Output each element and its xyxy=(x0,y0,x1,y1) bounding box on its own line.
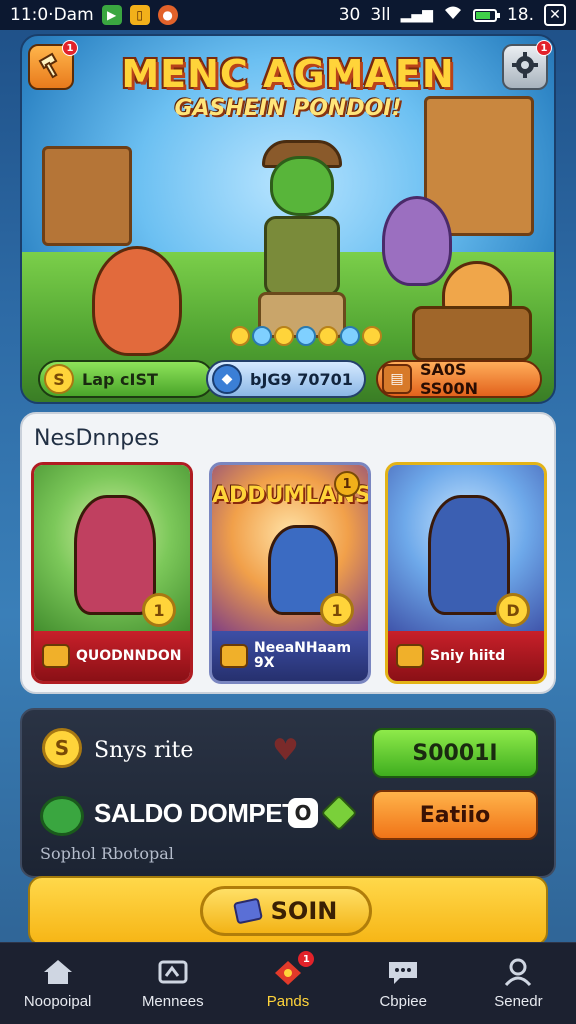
nav-item-rewards[interactable]: 1 Pands xyxy=(230,943,345,1024)
wifi-icon xyxy=(443,5,463,26)
game-card[interactable]: 1 QUODNNDON xyxy=(31,462,193,684)
notification-badge: 1 xyxy=(536,40,552,56)
card-footer: QUODNNDON xyxy=(34,631,190,681)
game-card[interactable]: ADDUMLANS 1 1 NeeaNHaam 9X xyxy=(209,462,371,684)
coin-icon: S xyxy=(44,364,74,394)
coin-icon: 1 xyxy=(142,593,176,627)
gem-icon: ◆ xyxy=(212,364,242,394)
card-footer: Sniy hiitd xyxy=(388,631,544,681)
treasure-icon xyxy=(42,644,70,668)
join-bar: SOIN xyxy=(28,876,548,946)
coin-pile xyxy=(230,326,382,346)
app-notification-icon: ▶ xyxy=(101,5,122,25)
warrior-character xyxy=(74,495,156,615)
wallet-icon xyxy=(40,796,84,836)
cannon-barrel xyxy=(412,306,532,361)
signal-bars-icon: ▂▄▆ xyxy=(400,7,433,23)
new-games-section: NesDnnpes 1 QUODNNDON ADDUMLANS 1 1 Neea… xyxy=(20,412,556,694)
join-button[interactable]: SOIN xyxy=(200,886,372,936)
miner-character xyxy=(428,495,510,615)
stat-pill-label: SA0S SS00N xyxy=(420,360,478,398)
treasure-icon xyxy=(396,644,424,668)
game-card[interactable]: D Sniy hiitd xyxy=(385,462,547,684)
nav-label: Cbpiee xyxy=(379,993,427,1010)
banner-subtitle: GASHEIN PONDOI! xyxy=(174,96,402,121)
profile-icon xyxy=(501,957,535,987)
fox-character xyxy=(92,246,182,356)
section-title: NesDnnpes xyxy=(34,426,160,451)
nav-label: Mennees xyxy=(141,993,204,1010)
coin-icon: 1 xyxy=(320,593,354,627)
stat-pill-coins[interactable]: S Lap cIST xyxy=(38,360,214,398)
banner-stall xyxy=(42,146,132,246)
wallet-balance-title: SALDO DOMPET xyxy=(94,798,298,828)
app-notification-icon: ● xyxy=(157,5,178,25)
heart-icon[interactable]: ♥ xyxy=(272,736,299,766)
deposit-button[interactable]: S0001I xyxy=(372,728,538,778)
nav-item-profile[interactable]: Senedr xyxy=(461,943,576,1024)
status-network-text: 3ll xyxy=(370,5,391,25)
nav-item-home[interactable]: Noopoipal xyxy=(0,943,115,1024)
withdraw-button[interactable]: Eatiio xyxy=(372,790,538,840)
notification-badge: 1 xyxy=(298,951,315,967)
box-icon: ▤ xyxy=(382,364,412,394)
status-bar: 11:0·Dam ▶ ▯ ● 30 3ll ▂▄▆ 18. ✕ xyxy=(0,0,576,30)
notification-badge: 1 xyxy=(62,40,78,56)
banner-title: MENC AGMAEN xyxy=(121,52,455,96)
app-notification-icon: ▯ xyxy=(129,5,150,25)
stat-pill-boxes[interactable]: ▤ SA0S SS00N xyxy=(376,360,542,398)
home-icon xyxy=(41,957,75,987)
join-button-label: SOIN xyxy=(270,897,338,925)
nav-label: Senedr xyxy=(494,993,543,1010)
hammer-icon xyxy=(37,51,65,83)
close-icon[interactable]: ✕ xyxy=(544,4,566,26)
gear-icon xyxy=(511,51,539,83)
nav-label: Pands xyxy=(266,993,310,1010)
wallet-subtitle: Sophol Rbotopal xyxy=(40,844,174,863)
goblin-hero-character xyxy=(242,136,362,346)
wallet-panel: S Snys rite ♥ SALDO DOMPET O Sophol Rbot… xyxy=(20,708,556,878)
settings-button[interactable]: 1 xyxy=(502,40,552,90)
nav-item-games[interactable]: Mennees xyxy=(115,943,230,1024)
nav-label: Noopoipal xyxy=(23,993,92,1010)
coin-icon: S xyxy=(42,728,82,768)
bottom-navigation: Noopoipal Mennees 1 Pands Cbpiee Senedr xyxy=(0,942,576,1024)
gem-icon xyxy=(320,794,358,832)
card-footer-label: Sniy hiitd xyxy=(430,647,506,664)
status-signal-text: 30 xyxy=(338,5,361,25)
hero-banner[interactable]: MENC AGMAEN GASHEIN PONDOI! 1 1 S Lap cI… xyxy=(20,34,556,404)
coin-icon: D xyxy=(496,593,530,627)
visibility-toggle-icon[interactable]: O xyxy=(288,798,318,828)
balance-label: Snys rite xyxy=(94,738,194,763)
stat-pill-gems[interactable]: ◆ bJG9 70701 xyxy=(206,360,366,398)
quest-button[interactable]: 1 xyxy=(28,40,78,90)
card-badge: 1 xyxy=(334,471,360,497)
nav-item-chat[interactable]: Cbpiee xyxy=(346,943,461,1024)
cat-character xyxy=(382,196,452,286)
status-time: 11:0·Dam xyxy=(10,5,94,25)
stat-pill-label: Lap cIST xyxy=(82,369,158,389)
card-icon xyxy=(156,957,190,987)
treasure-icon xyxy=(220,644,248,668)
chat-icon xyxy=(386,957,420,987)
card-footer: NeeaNHaam 9X xyxy=(212,631,368,681)
stat-pill-label: bJG9 70701 xyxy=(250,369,353,389)
battery-percent: 18. xyxy=(506,5,534,25)
card-footer-label: NeeaNHaam 9X xyxy=(254,640,352,671)
ticket-icon xyxy=(232,897,263,925)
battery-icon xyxy=(472,8,500,22)
card-footer-label: QUODNNDON xyxy=(76,647,182,664)
